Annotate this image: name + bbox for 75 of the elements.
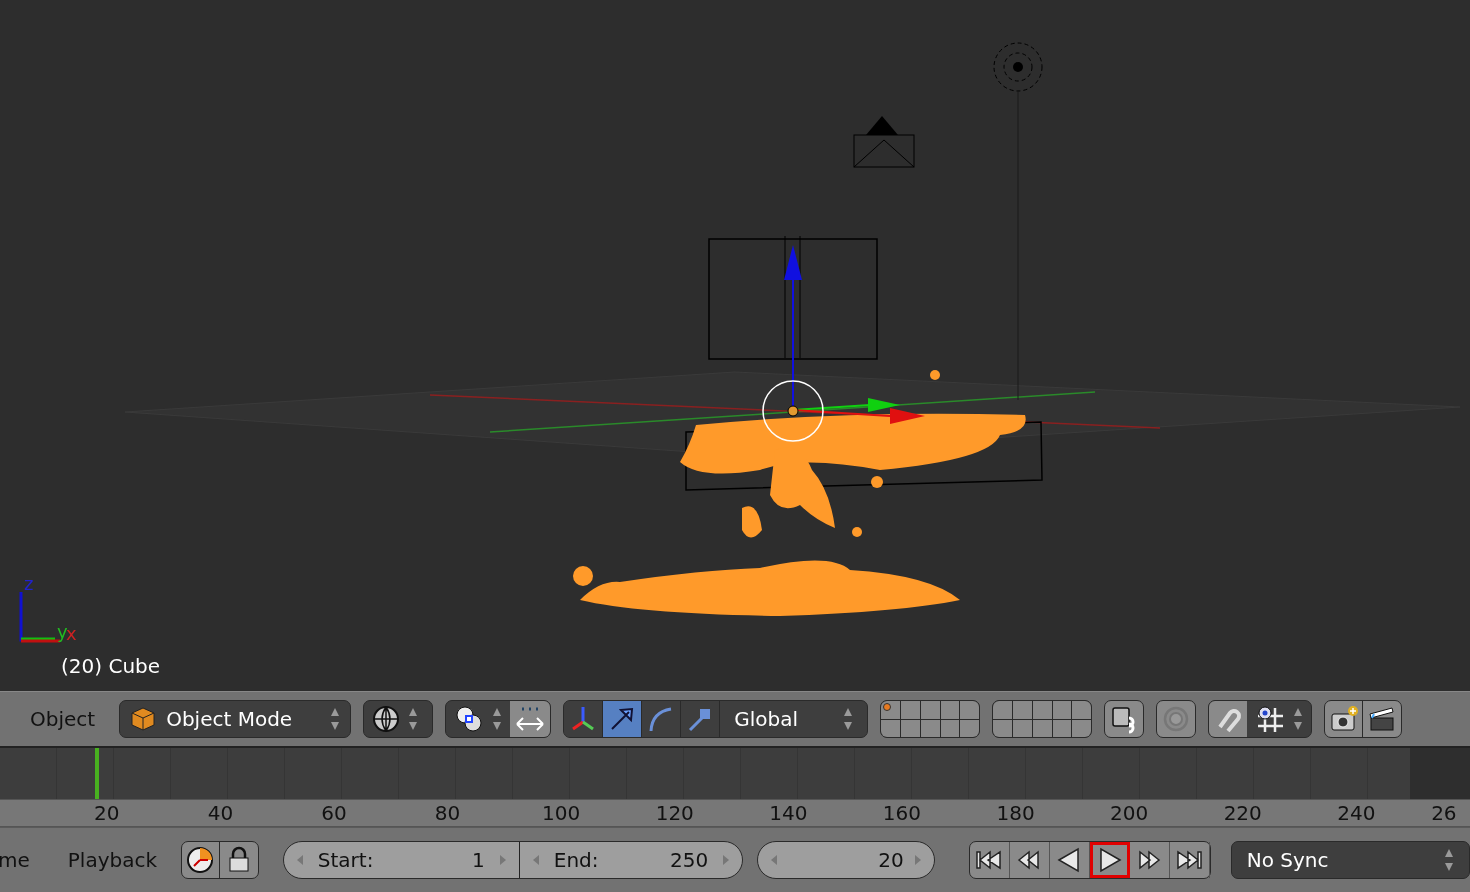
layer-button[interactable] (1072, 701, 1092, 719)
current-frame-marker (95, 748, 99, 799)
layer-button[interactable] (1052, 701, 1072, 719)
axis-label: x (66, 623, 77, 644)
frame-number: 160 (881, 803, 923, 823)
object-menu[interactable]: Object (30, 704, 96, 734)
layer-button[interactable] (960, 719, 980, 737)
increment-arrow-icon (498, 854, 507, 866)
grid-snap-icon (1255, 704, 1286, 734)
layer-lock-button[interactable] (1104, 700, 1145, 738)
shading-dropdown[interactable] (363, 700, 434, 738)
start-frame-field[interactable]: Start: 1 (283, 842, 520, 878)
frame-number: 40 (206, 803, 235, 823)
frame-number: 180 (995, 803, 1036, 823)
layer-button[interactable] (1072, 719, 1092, 737)
layer-button[interactable] (1032, 719, 1052, 737)
mode-dropdown[interactable]: Object Mode (119, 700, 352, 738)
clock-icon (186, 846, 215, 874)
up-down-arrows-icon (843, 706, 854, 732)
manipulator-toggle[interactable] (603, 701, 643, 737)
increment-arrow-icon (913, 854, 922, 866)
frame-number: 20 (93, 803, 121, 823)
layer-button[interactable] (920, 701, 940, 719)
ring-icon (1162, 705, 1191, 733)
layer-button[interactable] (900, 701, 920, 719)
manipulate-centers-button[interactable] (510, 701, 551, 737)
layer-button[interactable] (920, 719, 940, 737)
pivot-point-icon (454, 704, 485, 734)
axis-label: y (57, 621, 68, 642)
decrement-arrow-icon (770, 854, 779, 866)
decrement-arrow-icon (295, 854, 304, 866)
frame-number: 100 (541, 803, 582, 823)
layer-button[interactable] (940, 701, 960, 719)
sync-dropdown[interactable]: No Sync (1230, 841, 1470, 879)
fast-forward-icon (1136, 848, 1163, 872)
frame-number: 220 (1222, 803, 1263, 823)
current-frame-field[interactable]: 20 (757, 841, 935, 879)
end-frame-field[interactable]: End: 250 (519, 842, 743, 878)
layer-button[interactable] (1032, 701, 1052, 719)
layer-button[interactable] (900, 719, 920, 737)
up-down-arrows-icon (492, 706, 503, 732)
frame-number: 140 (768, 803, 809, 823)
decrement-arrow-icon (531, 854, 540, 866)
frame-number: 120 (654, 803, 695, 823)
layer-button[interactable] (940, 719, 960, 737)
up-down-arrows-icon (1444, 847, 1454, 873)
object-info: (20) Cube (61, 653, 161, 680)
layer-button[interactable] (1012, 719, 1032, 737)
layer-button[interactable] (1012, 701, 1032, 719)
axis-label: z (24, 573, 34, 594)
playback-button[interactable] (1089, 842, 1130, 878)
globe-icon (372, 705, 401, 733)
increment-arrow-icon (722, 854, 731, 866)
frame-number: 26 (1430, 803, 1454, 823)
up-down-arrows-icon (408, 706, 419, 732)
menu-item[interactable]: me (0, 845, 30, 875)
layer-button[interactable] (1052, 719, 1072, 737)
cube-icon (130, 706, 157, 732)
camera-drawing (853, 116, 915, 168)
frame-number: 240 (1336, 803, 1377, 823)
layer-button[interactable] (881, 701, 900, 719)
layer-button[interactable] (960, 701, 980, 719)
orientation-dropdown[interactable]: Global (720, 701, 868, 737)
layer-button[interactable] (993, 719, 1012, 737)
snap-button[interactable] (1209, 701, 1248, 737)
up-down-arrows-icon (330, 706, 341, 732)
frame-number: 60 (320, 803, 348, 823)
menu-item[interactable]: Playback (67, 845, 158, 875)
camera-icon (1328, 704, 1359, 734)
layer-button[interactable] (881, 719, 900, 737)
up-down-arrows-icon (1293, 706, 1304, 732)
frame-number: 200 (1109, 803, 1150, 823)
jump-end-icon (1174, 848, 1205, 872)
proportional-edit-button[interactable] (1156, 700, 1197, 738)
frame-number: 80 (433, 803, 462, 823)
